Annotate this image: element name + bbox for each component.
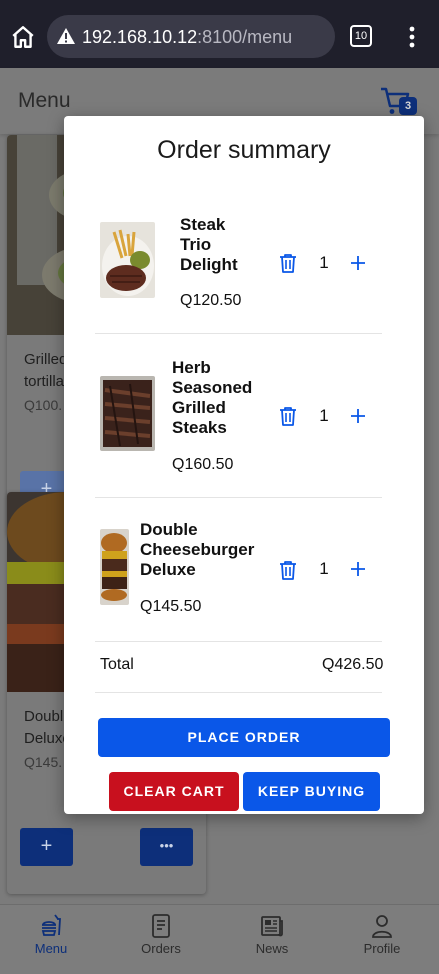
plus-icon[interactable]: [350, 408, 366, 424]
nav-label: Profile: [363, 941, 401, 956]
clear-cart-button[interactable]: CLEAR CART: [109, 772, 239, 811]
item-image: [100, 376, 155, 451]
card-price: Q145.: [24, 754, 63, 770]
order-item: Double Cheeseburger Deluxe Q145.50 1: [95, 512, 382, 632]
item-price: Q160.50: [172, 456, 234, 473]
item-divider: [95, 333, 382, 334]
trash-icon[interactable]: [279, 253, 297, 273]
browser-toolbar: 192.168.10.12:8100/menu 10: [0, 0, 439, 68]
item-quantity: 1: [319, 406, 329, 425]
item-image: [100, 529, 129, 605]
receipt-icon: [152, 914, 170, 938]
order-item: Herb Seasoned Grilled Steaks Q160.50 1: [95, 348, 382, 488]
item-divider: [95, 641, 382, 642]
tab-switcher-button[interactable]: 10: [350, 25, 372, 47]
card-price: Q100.: [24, 397, 63, 413]
item-price: Q120.50: [180, 292, 242, 309]
plus-icon[interactable]: [350, 561, 366, 577]
order-item: Steak Trio Delight Q120.50 1: [95, 208, 382, 328]
trash-icon[interactable]: [279, 560, 297, 580]
person-icon: [372, 915, 392, 938]
total-label: Total: [100, 656, 134, 673]
more-vert-icon[interactable]: [402, 24, 422, 50]
total-divider: [95, 692, 382, 693]
plus-icon[interactable]: [350, 255, 366, 271]
modal-title: Order summary: [157, 136, 331, 164]
total-value: Q426.50: [322, 656, 384, 673]
cart-count-badge: 3: [399, 97, 417, 115]
item-image: [100, 222, 155, 298]
more-options-button[interactable]: •••: [140, 828, 193, 866]
url-text: 192.168.10.12:8100/menu: [82, 27, 293, 47]
add-to-cart-button[interactable]: +: [20, 828, 73, 866]
item-quantity: 1: [319, 253, 329, 272]
keep-buying-button[interactable]: KEEP BUYING: [243, 772, 380, 811]
order-summary-modal: Order summary Steak Trio Delight Q120.50 1: [64, 116, 424, 814]
nav-item-orders[interactable]: Orders: [121, 913, 201, 969]
item-quantity: 1: [319, 559, 329, 578]
trash-icon[interactable]: [279, 406, 297, 426]
nav-item-news[interactable]: News: [232, 913, 312, 969]
fastfood-icon: [41, 914, 61, 936]
home-icon[interactable]: [10, 24, 36, 50]
nav-item-menu[interactable]: Menu: [11, 913, 91, 969]
item-name: Double Cheeseburger Deluxe: [140, 520, 255, 579]
item-name: Herb Seasoned Grilled Steaks: [172, 358, 253, 437]
item-price: Q145.50: [140, 598, 202, 615]
bottom-navigation: Menu Orders News Profile: [0, 904, 439, 974]
item-name: Steak Trio Delight: [180, 215, 238, 274]
place-order-button[interactable]: PLACE ORDER: [98, 718, 390, 757]
nav-label: News: [255, 941, 289, 956]
nav-label: Menu: [34, 941, 68, 956]
address-bar[interactable]: 192.168.10.12:8100/menu: [47, 15, 335, 58]
page-title: Menu: [18, 89, 71, 112]
warning-icon[interactable]: [56, 26, 76, 46]
newspaper-icon: [261, 916, 283, 937]
nav-item-profile[interactable]: Profile: [342, 913, 422, 969]
cart-button[interactable]: 3: [379, 86, 419, 118]
nav-label: Orders: [141, 941, 181, 956]
item-divider: [95, 497, 382, 498]
